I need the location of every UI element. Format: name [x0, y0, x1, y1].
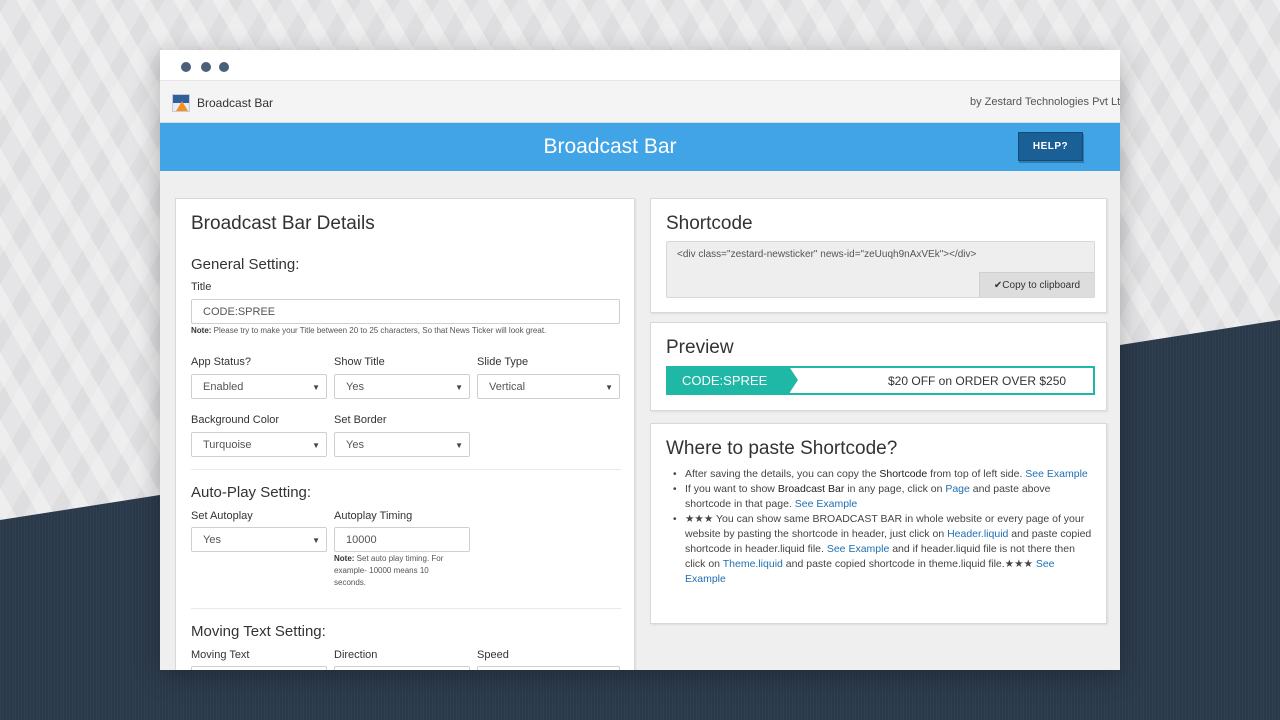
- autoplay-timing-input[interactable]: 10000: [334, 527, 470, 552]
- moving-text-input[interactable]: [191, 666, 327, 670]
- instructions-list: After saving the details, you can copy t…: [671, 467, 1096, 587]
- direction-label: Direction: [334, 649, 378, 661]
- window-dot-icon: [219, 62, 229, 72]
- caret-down-icon: ▼: [312, 441, 320, 450]
- page-title: Broadcast Bar: [543, 135, 677, 158]
- show-title-select[interactable]: Yes ▼: [334, 374, 470, 399]
- caret-down-icon: ▼: [312, 536, 320, 545]
- caret-down-icon: ▼: [455, 441, 463, 450]
- slide-type-value: Vertical: [489, 380, 526, 393]
- set-border-select[interactable]: Yes ▼: [334, 432, 470, 457]
- caret-down-icon: ▼: [312, 383, 320, 392]
- see-example-link[interactable]: See Example: [795, 498, 857, 510]
- set-autoplay-value: Yes: [203, 533, 221, 546]
- caret-down-icon: ▼: [605, 383, 613, 392]
- moving-text-label: Moving Text: [191, 649, 250, 661]
- app-logo-icon: [172, 94, 190, 112]
- autoplay-timing-label: Autoplay Timing: [334, 510, 413, 522]
- background-color-value: Turquoise: [203, 438, 252, 451]
- copy-button-label: Copy to clipboard: [1002, 279, 1081, 291]
- page-link[interactable]: Page: [945, 483, 970, 495]
- shortcode-box[interactable]: <div class="zestard-newsticker" news-id=…: [666, 241, 1095, 298]
- app-name[interactable]: Broadcast Bar: [197, 96, 273, 110]
- window-dot-icon: [181, 62, 191, 72]
- title-note: Note: Please try to make your Title betw…: [191, 326, 547, 335]
- set-border-label: Set Border: [334, 414, 387, 426]
- details-panel: Broadcast Bar Details General Setting: T…: [175, 198, 635, 670]
- speed-label: Speed: [477, 649, 509, 661]
- preview-title: Preview: [666, 337, 734, 358]
- shortcode-text: <div class="zestard-newsticker" news-id=…: [677, 249, 977, 260]
- app-status-select[interactable]: Enabled ▼: [191, 374, 327, 399]
- app-window: Broadcast Bar by Zestard Technologies Pv…: [160, 50, 1120, 670]
- slide-type-select[interactable]: Vertical ▼: [477, 374, 620, 399]
- set-border-value: Yes: [346, 438, 364, 451]
- title-input[interactable]: CODE:SPREE: [191, 299, 620, 324]
- direction-select[interactable]: [334, 666, 470, 670]
- details-title: Broadcast Bar Details: [191, 213, 375, 234]
- theme-liquid-link[interactable]: Theme.liquid: [723, 558, 783, 570]
- moving-text-setting-heading: Moving Text Setting:: [191, 623, 326, 640]
- help-button[interactable]: HELP?: [1018, 132, 1083, 161]
- app-status-label: App Status?: [191, 356, 251, 368]
- list-item: After saving the details, you can copy t…: [671, 467, 1096, 482]
- page-banner: Broadcast Bar HELP?: [160, 123, 1120, 171]
- header-liquid-link[interactable]: Header.liquid: [947, 528, 1008, 540]
- app-status-value: Enabled: [203, 380, 244, 393]
- set-autoplay-select[interactable]: Yes ▼: [191, 527, 327, 552]
- instructions-title: Where to paste Shortcode?: [666, 438, 898, 459]
- shortcode-panel: Shortcode <div class="zestard-newsticker…: [650, 198, 1107, 313]
- developer-byline: by Zestard Technologies Pvt Ltd: [970, 96, 1120, 108]
- section-divider: [191, 608, 621, 609]
- see-example-link[interactable]: See Example: [827, 543, 889, 555]
- list-item: If you want to show Broadcast Bar in any…: [671, 482, 1096, 512]
- autoplay-setting-heading: Auto-Play Setting:: [191, 484, 312, 501]
- see-example-link[interactable]: See Example: [1025, 468, 1087, 480]
- ticker-arrow-icon: [790, 368, 798, 392]
- instructions-panel: Where to paste Shortcode? After saving t…: [650, 423, 1107, 624]
- window-dot-icon: [201, 62, 211, 72]
- title-input-value: CODE:SPREE: [203, 305, 276, 318]
- ticker-title: CODE:SPREE: [668, 368, 790, 393]
- background-color-select[interactable]: Turquoise ▼: [191, 432, 327, 457]
- set-autoplay-label: Set Autoplay: [191, 510, 253, 522]
- ticker-preview: CODE:SPREE $20 OFF on ORDER OVER $250: [666, 366, 1095, 395]
- ticker-message: $20 OFF on ORDER OVER $250: [888, 374, 1067, 388]
- slide-type-label: Slide Type: [477, 356, 529, 368]
- section-divider: [191, 469, 621, 470]
- speed-select[interactable]: [477, 666, 620, 670]
- preview-panel: Preview CODE:SPREE $20 OFF on ORDER OVER…: [650, 322, 1107, 411]
- shortcode-title: Shortcode: [666, 213, 753, 234]
- caret-down-icon: ▼: [455, 383, 463, 392]
- show-title-value: Yes: [346, 380, 364, 393]
- app-header: Broadcast Bar by Zestard Technologies Pv…: [160, 81, 1120, 123]
- autoplay-note: Note: Set auto play timing. For example-…: [334, 554, 444, 587]
- check-icon: ✔: [993, 279, 1003, 291]
- list-item: ★★★ You can show same BROADCAST BAR in w…: [671, 512, 1096, 587]
- background-color-label: Background Color: [191, 414, 280, 426]
- autoplay-timing-value: 10000: [346, 533, 377, 546]
- title-label: Title: [191, 281, 212, 293]
- show-title-label: Show Title: [334, 356, 385, 368]
- copy-to-clipboard-button[interactable]: ✔ Copy to clipboard: [979, 272, 1094, 297]
- general-setting-heading: General Setting:: [191, 256, 300, 273]
- window-chrome: [160, 50, 1120, 81]
